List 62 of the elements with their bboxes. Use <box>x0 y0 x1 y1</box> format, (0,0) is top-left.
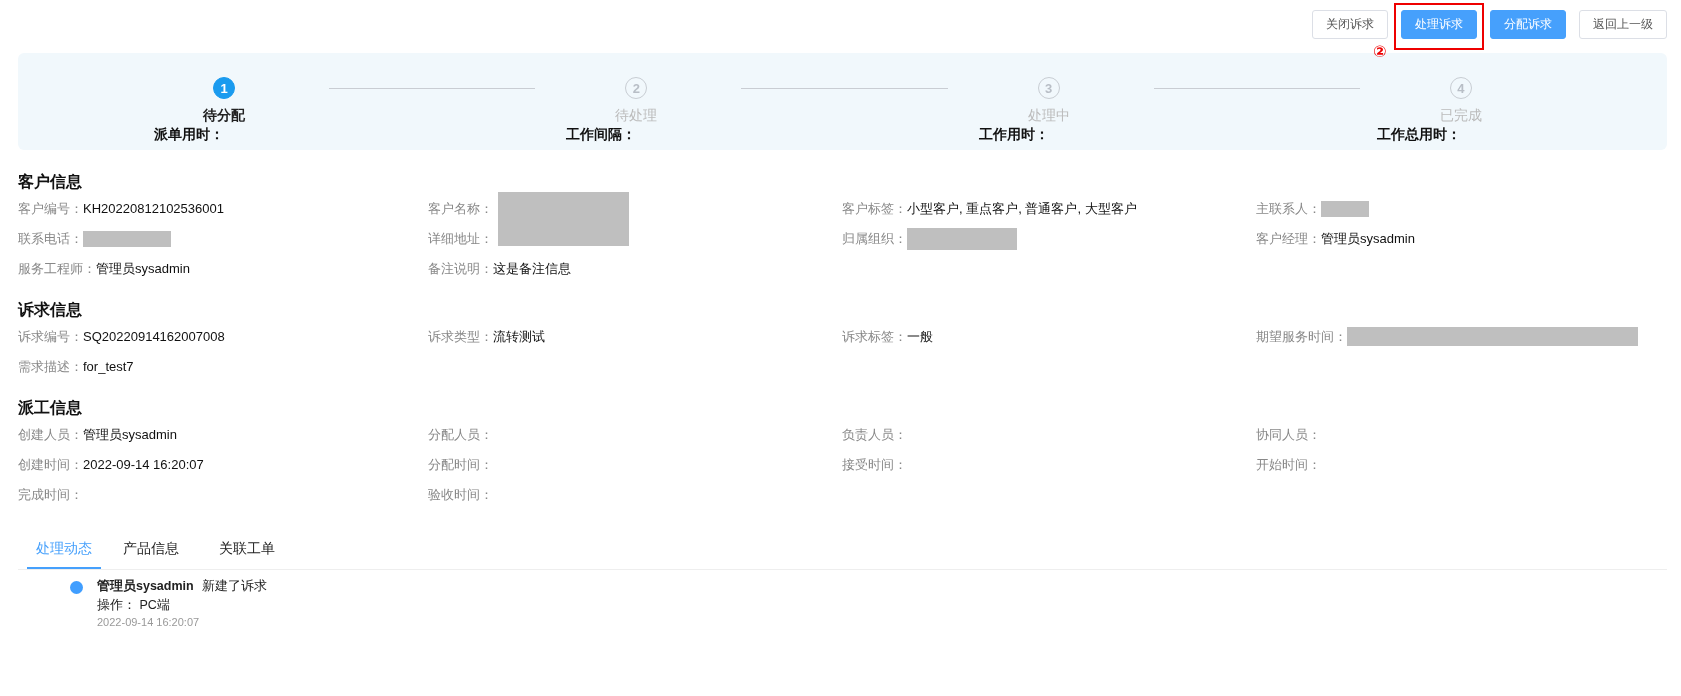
field-value: 2022-09-14 16:20:07 <box>83 457 204 472</box>
field-label: 分配时间： <box>428 455 493 474</box>
field-value: 一般 <box>907 327 933 346</box>
redacted-block <box>1321 200 1369 217</box>
step-number: 4 <box>1449 77 1472 99</box>
field-label: 诉求编号： <box>18 327 83 346</box>
field-value: 小型客户, 重点客户, 普通客户, 大型客户 <box>907 199 1137 218</box>
field-label: 客户标签： <box>842 199 907 218</box>
section-title: 派工信息 <box>18 398 83 418</box>
tab[interactable]: 产品信息 <box>105 540 197 569</box>
field-label: 需求描述： <box>18 357 83 376</box>
duration-label: 派单用时： <box>154 126 225 142</box>
duration-label: 工作总用时： <box>1376 126 1461 142</box>
field-label: 诉求标签： <box>842 327 907 346</box>
field-label: 分配人员： <box>428 425 493 444</box>
field-label: 创建人员： <box>18 425 83 444</box>
field-label: 客户编号： <box>18 199 83 218</box>
step-title: 已完成 <box>1439 107 1482 125</box>
field-value: 管理员sysadmin <box>83 425 177 444</box>
duration-label: 工作用时： <box>978 126 1049 142</box>
field-label: 开始时间： <box>1256 455 1321 474</box>
step-number: 2 <box>625 77 648 99</box>
field-label: 备注说明： <box>428 259 493 278</box>
action-text: 新建了诉求 <box>201 578 267 595</box>
field-label: 创建时间： <box>18 455 83 474</box>
action-button[interactable]: 返回上一级 <box>1579 10 1667 39</box>
step-title: 待处理 <box>615 107 658 125</box>
action-button[interactable]: 关闭诉求 <box>1312 10 1388 39</box>
field-label: 归属组织： <box>842 229 907 248</box>
field-label: 详细地址： <box>428 229 493 248</box>
field-value: 管理员sysadmin <box>96 259 190 278</box>
tab[interactable]: 关联工单 <box>201 540 293 569</box>
step-number: 3 <box>1037 77 1060 99</box>
field-label: 协同人员： <box>1256 425 1321 444</box>
field-label: 服务工程师： <box>18 259 96 278</box>
field-value: 这是备注信息 <box>493 259 571 278</box>
step-number: 1 <box>213 77 236 99</box>
field-label: 接受时间： <box>842 455 907 474</box>
operation-text: 操作： PC端 <box>97 597 171 614</box>
field-value: 管理员sysadmin <box>1321 229 1415 248</box>
field-label: 客户名称： <box>428 199 493 218</box>
field-label: 期望服务时间： <box>1256 327 1347 346</box>
field-label: 主联系人： <box>1256 199 1321 218</box>
field-value: SQ20220914162007008 <box>83 329 225 344</box>
field-value: KH20220812102536001 <box>83 201 224 216</box>
field-label: 负责人员： <box>842 425 907 444</box>
section-title: 客户信息 <box>18 172 83 192</box>
annotation-number: ② <box>1373 42 1387 61</box>
step-title: 处理中 <box>1027 107 1070 125</box>
field-label: 完成时间： <box>18 485 83 504</box>
field-label: 客户经理： <box>1256 229 1321 248</box>
duration-label: 工作间隔： <box>566 126 637 142</box>
section-title: 诉求信息 <box>18 300 83 320</box>
user-name: 管理员sysadmin <box>97 578 194 595</box>
field-value: for_test7 <box>83 359 134 374</box>
timeline-dot <box>70 581 83 594</box>
field-label: 验收时间： <box>428 485 493 504</box>
field-label: 诉求类型： <box>428 327 493 346</box>
field-label: 联系电话： <box>18 229 83 248</box>
step-title: 待分配 <box>203 107 246 125</box>
field-value: 流转测试 <box>493 327 545 346</box>
timestamp: 2022-09-14 16:20:07 <box>97 616 201 628</box>
